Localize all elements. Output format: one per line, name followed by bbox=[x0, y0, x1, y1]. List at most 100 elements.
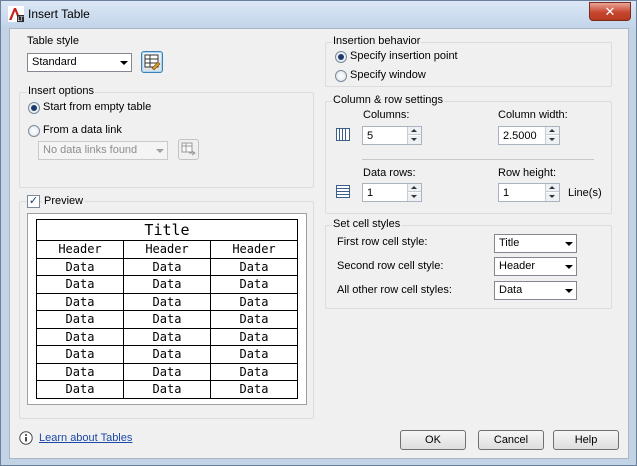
dialog-body: Table style Standard Insert options Star… bbox=[9, 28, 629, 459]
table-preview: Title Header Header Header Data Data Data … bbox=[27, 213, 307, 405]
from-data-link-label[interactable]: From a data link bbox=[43, 124, 122, 136]
preview-data-cell: Data bbox=[210, 327, 298, 346]
spinner-buttons bbox=[545, 184, 559, 201]
data-rows-value: 1 bbox=[367, 187, 374, 199]
data-link-value: No data links found bbox=[43, 144, 138, 156]
preview-data-cell: Data bbox=[36, 362, 124, 381]
info-icon bbox=[19, 431, 33, 445]
preview-checkbox[interactable]: ✓ bbox=[27, 195, 40, 208]
cell-styles-label: Set cell styles bbox=[332, 218, 402, 230]
learn-about-tables-link[interactable]: Learn about Tables bbox=[39, 432, 132, 444]
data-rows-label: Data rows: bbox=[363, 167, 416, 179]
preview-data-cell: Data bbox=[210, 380, 298, 399]
launch-data-link-button[interactable] bbox=[178, 139, 199, 160]
other-rows-style-value: Data bbox=[499, 284, 523, 296]
second-row-style-value: Header bbox=[499, 260, 536, 272]
chevron-down-icon bbox=[156, 149, 164, 153]
preview-table: Title Header Header Header Data Data Data … bbox=[36, 219, 298, 399]
preview-data-cell: Data bbox=[123, 310, 211, 329]
preview-data-cell: Data bbox=[210, 345, 298, 364]
columns-value: 5 bbox=[367, 130, 374, 142]
second-row-style-select[interactable]: Header bbox=[494, 257, 577, 276]
preview-data-cell: Data bbox=[36, 345, 124, 364]
start-empty-label[interactable]: Start from empty table bbox=[43, 101, 151, 113]
preview-data-cell: Data bbox=[36, 380, 124, 399]
cancel-button[interactable]: Cancel bbox=[478, 430, 544, 450]
preview-data-cell: Data bbox=[210, 292, 298, 311]
table-style-select[interactable]: Standard bbox=[27, 53, 132, 72]
spin-down-icon[interactable] bbox=[408, 193, 421, 201]
lines-unit-label: Line(s) bbox=[568, 187, 602, 199]
specify-point-radio[interactable] bbox=[335, 51, 347, 63]
preview-data-cell: Data bbox=[123, 292, 211, 311]
data-link-select[interactable]: No data links found bbox=[38, 141, 168, 160]
columns-icon bbox=[336, 128, 350, 141]
preview-data-cell: Data bbox=[36, 257, 124, 276]
first-row-style-label: First row cell style: bbox=[337, 236, 428, 248]
close-button[interactable]: ✕ bbox=[589, 2, 631, 21]
spin-down-icon[interactable] bbox=[546, 136, 559, 144]
title-bar: LT Insert Table ✕ bbox=[1, 1, 636, 27]
row-height-value: 1 bbox=[503, 187, 510, 199]
preview-data-cell: Data bbox=[123, 345, 211, 364]
close-icon: ✕ bbox=[604, 4, 616, 19]
data-link-icon bbox=[181, 142, 196, 156]
data-rows-spinner[interactable]: 1 bbox=[362, 183, 422, 202]
column-width-label: Column width: bbox=[498, 109, 568, 121]
preview-data-cell: Data bbox=[123, 380, 211, 399]
first-row-style-select[interactable]: Title bbox=[494, 234, 577, 253]
spin-up-icon[interactable] bbox=[546, 127, 559, 135]
column-width-value: 2.5000 bbox=[503, 130, 537, 142]
specify-window-label[interactable]: Specify window bbox=[350, 69, 426, 81]
chevron-down-icon bbox=[565, 242, 573, 246]
start-empty-radio[interactable] bbox=[28, 102, 40, 114]
svg-text:LT: LT bbox=[17, 16, 24, 22]
columns-label: Columns: bbox=[363, 109, 410, 121]
preview-title-cell: Title bbox=[36, 219, 298, 241]
preview-data-cell: Data bbox=[36, 275, 124, 294]
column-row-settings-label: Column & row settings bbox=[332, 94, 445, 106]
preview-data-cell: Data bbox=[210, 257, 298, 276]
spinner-buttons bbox=[407, 184, 421, 201]
column-row-separator bbox=[362, 159, 594, 160]
column-width-spinner[interactable]: 2.5000 bbox=[498, 126, 560, 145]
table-style-icon bbox=[144, 54, 161, 71]
table-style-value: Standard bbox=[32, 56, 77, 68]
preview-header-cell: Header bbox=[123, 240, 211, 259]
table-style-label: Table style bbox=[27, 35, 79, 47]
second-row-style-label: Second row cell style: bbox=[337, 260, 444, 272]
preview-data-cell: Data bbox=[36, 327, 124, 346]
preview-data-cell: Data bbox=[210, 275, 298, 294]
insert-table-dialog: LT Insert Table ✕ Table style Standard I… bbox=[0, 0, 637, 466]
window-title: Insert Table bbox=[28, 7, 90, 21]
preview-header-cell: Header bbox=[210, 240, 298, 259]
chevron-down-icon bbox=[120, 61, 128, 65]
spin-up-icon[interactable] bbox=[408, 127, 421, 135]
help-button[interactable]: Help bbox=[553, 430, 619, 450]
spin-up-icon[interactable] bbox=[408, 184, 421, 192]
first-row-style-value: Title bbox=[499, 237, 520, 249]
spin-down-icon[interactable] bbox=[408, 136, 421, 144]
spin-up-icon[interactable] bbox=[546, 184, 559, 192]
preview-data-cell: Data bbox=[123, 257, 211, 276]
preview-data-cell: Data bbox=[123, 362, 211, 381]
insertion-behavior-label: Insertion behavior bbox=[332, 35, 422, 47]
specify-point-label[interactable]: Specify insertion point bbox=[350, 50, 458, 62]
other-rows-style-select[interactable]: Data bbox=[494, 281, 577, 300]
specify-window-radio[interactable] bbox=[335, 70, 347, 82]
preview-label[interactable]: Preview bbox=[42, 195, 86, 207]
row-height-spinner[interactable]: 1 bbox=[498, 183, 560, 202]
from-data-link-radio[interactable] bbox=[28, 125, 40, 137]
rows-icon bbox=[336, 185, 350, 198]
launch-table-style-button[interactable] bbox=[141, 51, 163, 73]
spin-down-icon[interactable] bbox=[546, 193, 559, 201]
preview-data-cell: Data bbox=[36, 310, 124, 329]
columns-spinner[interactable]: 5 bbox=[362, 126, 422, 145]
preview-data-cell: Data bbox=[36, 292, 124, 311]
ok-button[interactable]: OK bbox=[400, 430, 466, 450]
spinner-buttons bbox=[407, 127, 421, 144]
learn-about-tables-anchor[interactable]: Learn about Tables bbox=[39, 432, 132, 444]
row-height-label: Row height: bbox=[498, 167, 557, 179]
chevron-down-icon bbox=[565, 265, 573, 269]
other-rows-style-label: All other row cell styles: bbox=[337, 284, 452, 296]
